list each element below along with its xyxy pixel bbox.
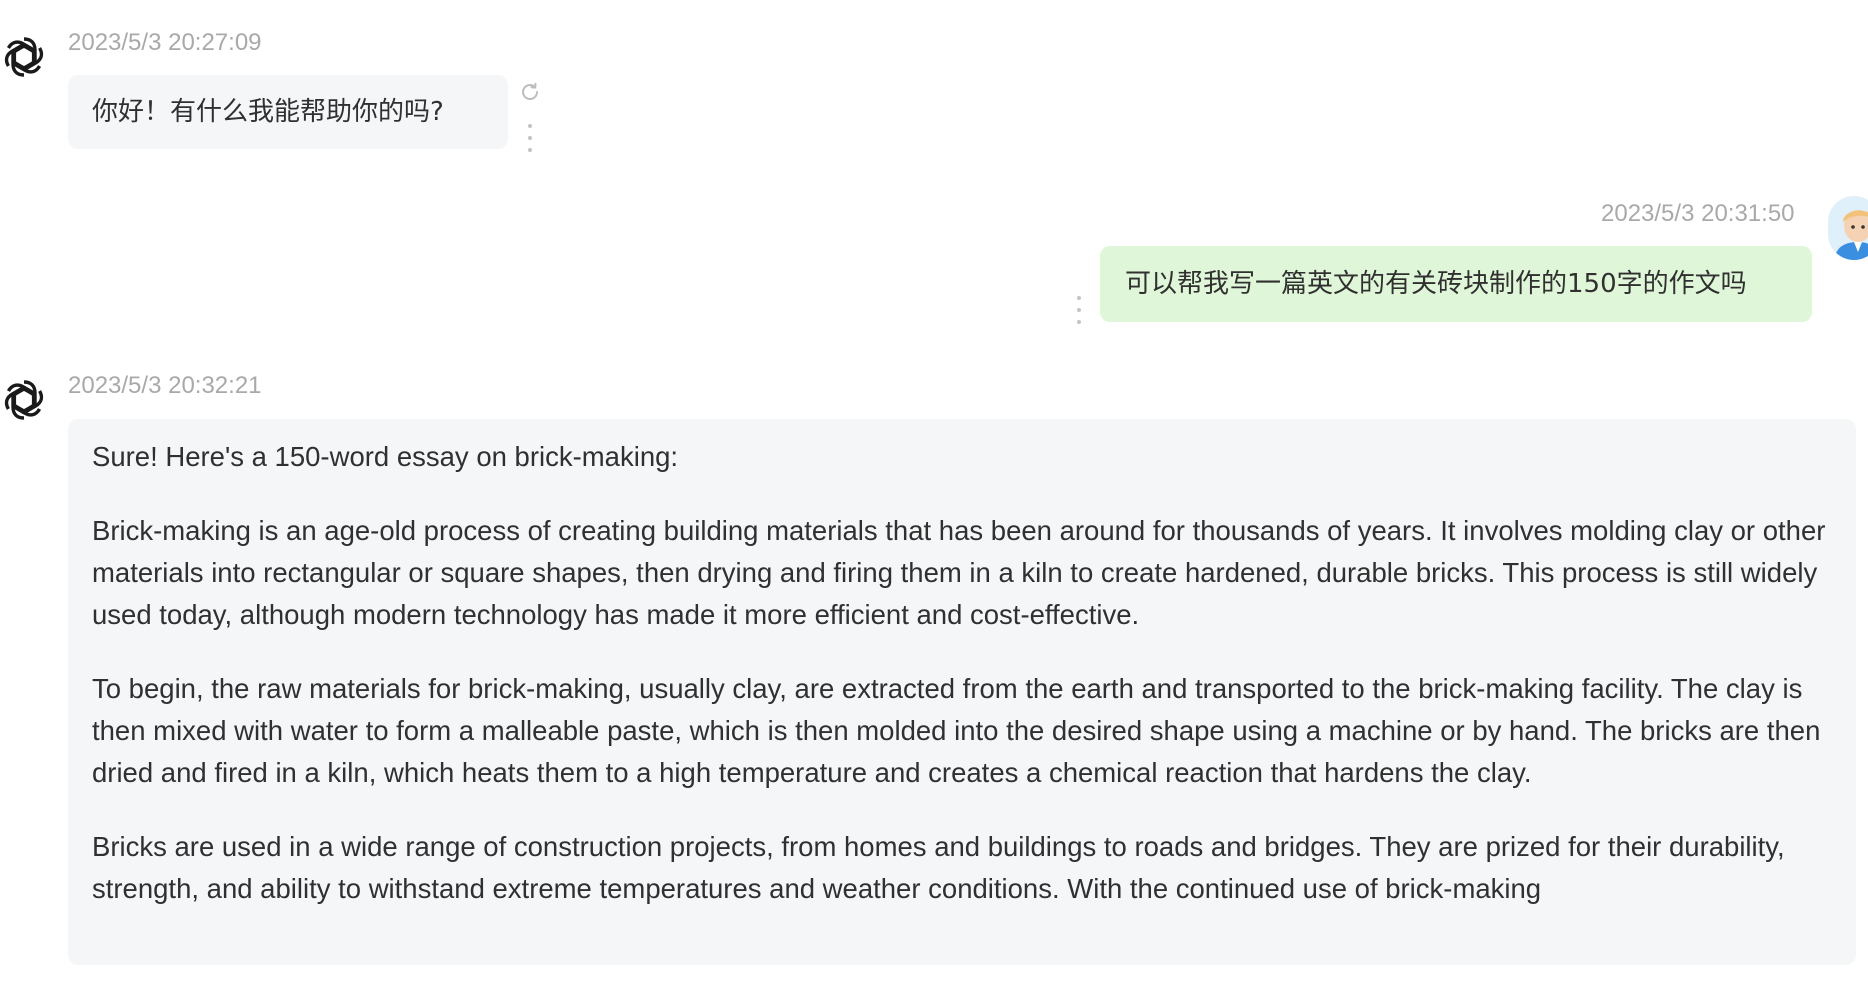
refresh-icon[interactable] <box>518 80 542 104</box>
openai-logo-icon <box>0 33 48 81</box>
message-paragraph: Bricks are used in a wide range of const… <box>92 831 1785 904</box>
message-timestamp: 2023/5/3 20:31:50 <box>1601 200 1795 227</box>
message-bubble: 你好！有什么我能帮助你的吗? <box>68 75 508 149</box>
message-timestamp: 2023/5/3 20:32:21 <box>68 372 262 399</box>
message-paragraph: To begin, the raw materials for brick-ma… <box>92 673 1821 788</box>
more-options-icon[interactable] <box>527 124 533 152</box>
message-paragraph: Sure! Here's a 150-word essay on brick-m… <box>92 441 679 472</box>
more-options-icon[interactable] <box>1076 296 1082 324</box>
message-bubble: Sure! Here's a 150-word essay on brick-m… <box>68 419 1856 965</box>
message-bubble: 可以帮我写一篇英文的有关砖块制作的150字的作文吗 <box>1100 246 1812 322</box>
message-paragraph: Brick-making is an age-old process of cr… <box>92 515 1826 630</box>
user-avatar <box>1828 196 1868 260</box>
message-timestamp: 2023/5/3 20:27:09 <box>68 29 262 56</box>
openai-logo-icon <box>0 376 48 424</box>
